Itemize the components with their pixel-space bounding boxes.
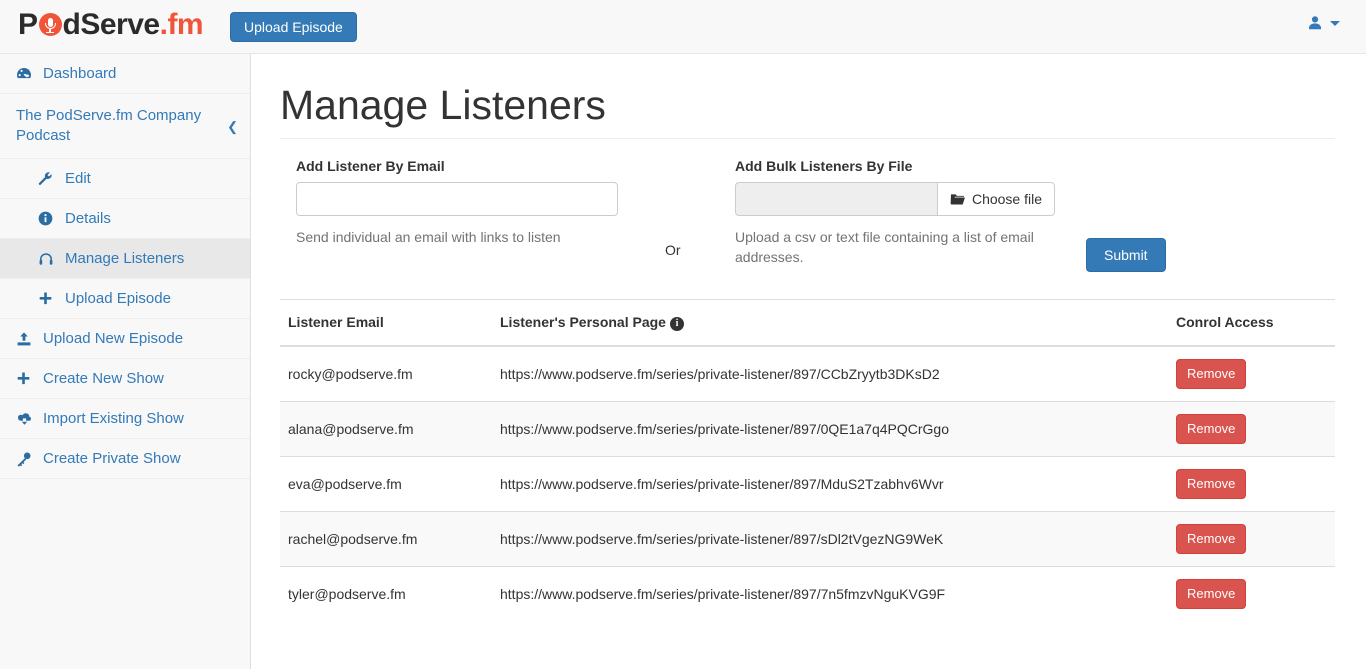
cloud-download-icon <box>16 410 37 427</box>
sidebar-item-import-existing-show[interactable]: Import Existing Show <box>0 399 250 439</box>
choose-file-button[interactable]: Choose file <box>936 182 1055 216</box>
table-row: rocky@podserve.fm https://www.podserve.fm… <box>280 345 1335 401</box>
cell-listener-email: tyler@podserve.fm <box>280 565 492 621</box>
header-personal-page-label: Listener's Personal Page <box>500 314 666 330</box>
cell-personal-page-url: https://www.podserve.fm/series/private-l… <box>492 455 1168 511</box>
listener-email-input[interactable] <box>296 182 618 216</box>
sidebar-item-label: Manage Listeners <box>65 249 185 267</box>
sidebar-item-label: Edit <box>65 169 91 187</box>
cell-listener-email: rachel@podserve.fm <box>280 510 492 566</box>
table-row: tyler@podserve.fm https://www.podserve.fm… <box>280 565 1335 621</box>
header-personal-page: Listener's Personal Page i <box>492 300 1168 347</box>
header-control-access: Conrol Access <box>1168 300 1335 347</box>
chevron-left-icon[interactable]: ❮ <box>227 117 238 137</box>
info-circle-icon <box>38 211 59 226</box>
choose-file-label: Choose file <box>971 191 1042 207</box>
cell-control-access: Remove <box>1168 400 1335 456</box>
sidebar-item-upload-new-episode[interactable]: Upload New Episode <box>0 319 250 359</box>
remove-listener-button[interactable]: Remove <box>1176 358 1247 389</box>
remove-listener-button[interactable]: Remove <box>1176 523 1247 554</box>
sidebar-item-label: Upload New Episode <box>43 329 184 347</box>
mic-circle-icon <box>38 13 62 36</box>
brand-text-fm: fm <box>167 8 204 41</box>
upload-episode-button[interactable]: Upload Episode <box>230 12 357 42</box>
file-input-group: Choose file <box>735 182 1055 216</box>
cell-control-access: Remove <box>1168 510 1335 566</box>
sidebar-item-details[interactable]: Details <box>0 199 250 239</box>
submit-button[interactable]: Submit <box>1086 238 1166 272</box>
plus-icon <box>38 291 59 306</box>
brand-logo[interactable]: PdServe.fm <box>18 7 204 43</box>
add-bulk-listeners-group: Add Bulk Listeners By File Choose file U… <box>735 158 1055 267</box>
remove-listener-button[interactable]: Remove <box>1176 413 1247 444</box>
brand-text-p: P <box>18 8 38 41</box>
sidebar-item-label: Upload Episode <box>65 289 171 307</box>
file-help-text: Upload a csv or text file containing a l… <box>735 229 1034 265</box>
table-row: eva@podserve.fm https://www.podserve.fm/s… <box>280 455 1335 511</box>
sidebar-item-edit[interactable]: Edit <box>0 159 250 199</box>
user-icon <box>1307 15 1323 31</box>
cell-control-access: Remove <box>1168 455 1335 511</box>
sidebar-item-label: Create Private Show <box>43 449 181 467</box>
table-head: Listener Email Listener's Personal Page i… <box>280 300 1335 347</box>
cell-personal-page-url: https://www.podserve.fm/series/private-l… <box>492 345 1168 401</box>
table-header-row: Listener Email Listener's Personal Page i… <box>280 300 1335 347</box>
cell-personal-page-url: https://www.podserve.fm/series/private-l… <box>492 510 1168 566</box>
user-menu[interactable] <box>1307 15 1340 31</box>
table-body: rocky@podserve.fm https://www.podserve.fm… <box>280 345 1335 621</box>
brand-text-dserve: dServe <box>62 8 161 41</box>
headphones-icon <box>38 251 59 267</box>
sidebar-item-create-new-show[interactable]: Create New Show <box>0 359 250 399</box>
file-field-label: Add Bulk Listeners By File <box>735 158 913 174</box>
sidebar-item-label: Details <box>65 209 111 227</box>
page-title: Manage Listeners <box>280 82 606 128</box>
sidebar-item-label: Create New Show <box>43 369 164 387</box>
sidebar-group-label: The PodServe.fm Company Podcast <box>16 107 202 144</box>
add-listener-by-email-group: Add Listener By Email Send individual an… <box>296 158 636 247</box>
main-content: Manage Listeners Add Listener By Email S… <box>251 54 1366 669</box>
submit-wrap: Submit <box>1086 238 1166 272</box>
cell-control-access: Remove <box>1168 345 1335 401</box>
table-row: alana@podserve.fm https://www.podserve.fm… <box>280 400 1335 456</box>
sidebar-item-create-private-show[interactable]: Create Private Show <box>0 439 250 479</box>
cell-personal-page-url: https://www.podserve.fm/series/private-l… <box>492 400 1168 456</box>
sidebar-item-label: Import Existing Show <box>43 409 184 427</box>
or-separator-label: Or <box>665 242 681 258</box>
sidebar-item-podcast-group[interactable]: The PodServe.fm Company Podcast ❮ <box>0 94 250 159</box>
info-circle-icon[interactable]: i <box>669 316 684 331</box>
cell-personal-page-url: https://www.podserve.fm/series/private-l… <box>492 565 1168 621</box>
folder-open-icon <box>950 193 965 206</box>
email-field-label: Add Listener By Email <box>296 158 445 174</box>
sidebar: Dashboard The PodServe.fm Company Podcas… <box>0 54 251 669</box>
remove-listener-button[interactable]: Remove <box>1176 578 1247 609</box>
top-navbar: PdServe.fm Upload Episode <box>0 0 1366 54</box>
plus-icon <box>16 371 37 386</box>
listeners-table-wrap: Listener Email Listener's Personal Page i… <box>280 299 1335 621</box>
upload-icon <box>16 331 37 347</box>
table-row: rachel@podserve.fm https://www.podserve.f… <box>280 510 1335 566</box>
wrench-icon <box>38 171 59 186</box>
remove-listener-button[interactable]: Remove <box>1176 468 1247 499</box>
listeners-table: Listener Email Listener's Personal Page i… <box>280 300 1335 621</box>
sidebar-item-label: Dashboard <box>43 64 117 82</box>
header-listener-email: Listener Email <box>280 300 492 347</box>
cell-control-access: Remove <box>1168 565 1335 621</box>
sidebar-item-upload-episode[interactable]: Upload Episode <box>0 279 250 319</box>
sidebar-item-dashboard[interactable]: Dashboard <box>0 54 250 94</box>
title-divider <box>280 138 1335 139</box>
email-help-text: Send individual an email with links to l… <box>296 229 561 245</box>
cell-listener-email: rocky@podserve.fm <box>280 345 492 401</box>
dashboard-icon <box>16 66 37 82</box>
caret-down-icon <box>1330 20 1340 26</box>
key-icon <box>16 451 37 467</box>
file-name-display[interactable] <box>735 182 937 216</box>
cell-listener-email: eva@podserve.fm <box>280 455 492 511</box>
cell-listener-email: alana@podserve.fm <box>280 400 492 456</box>
sidebar-item-manage-listeners[interactable]: Manage Listeners <box>0 239 250 279</box>
